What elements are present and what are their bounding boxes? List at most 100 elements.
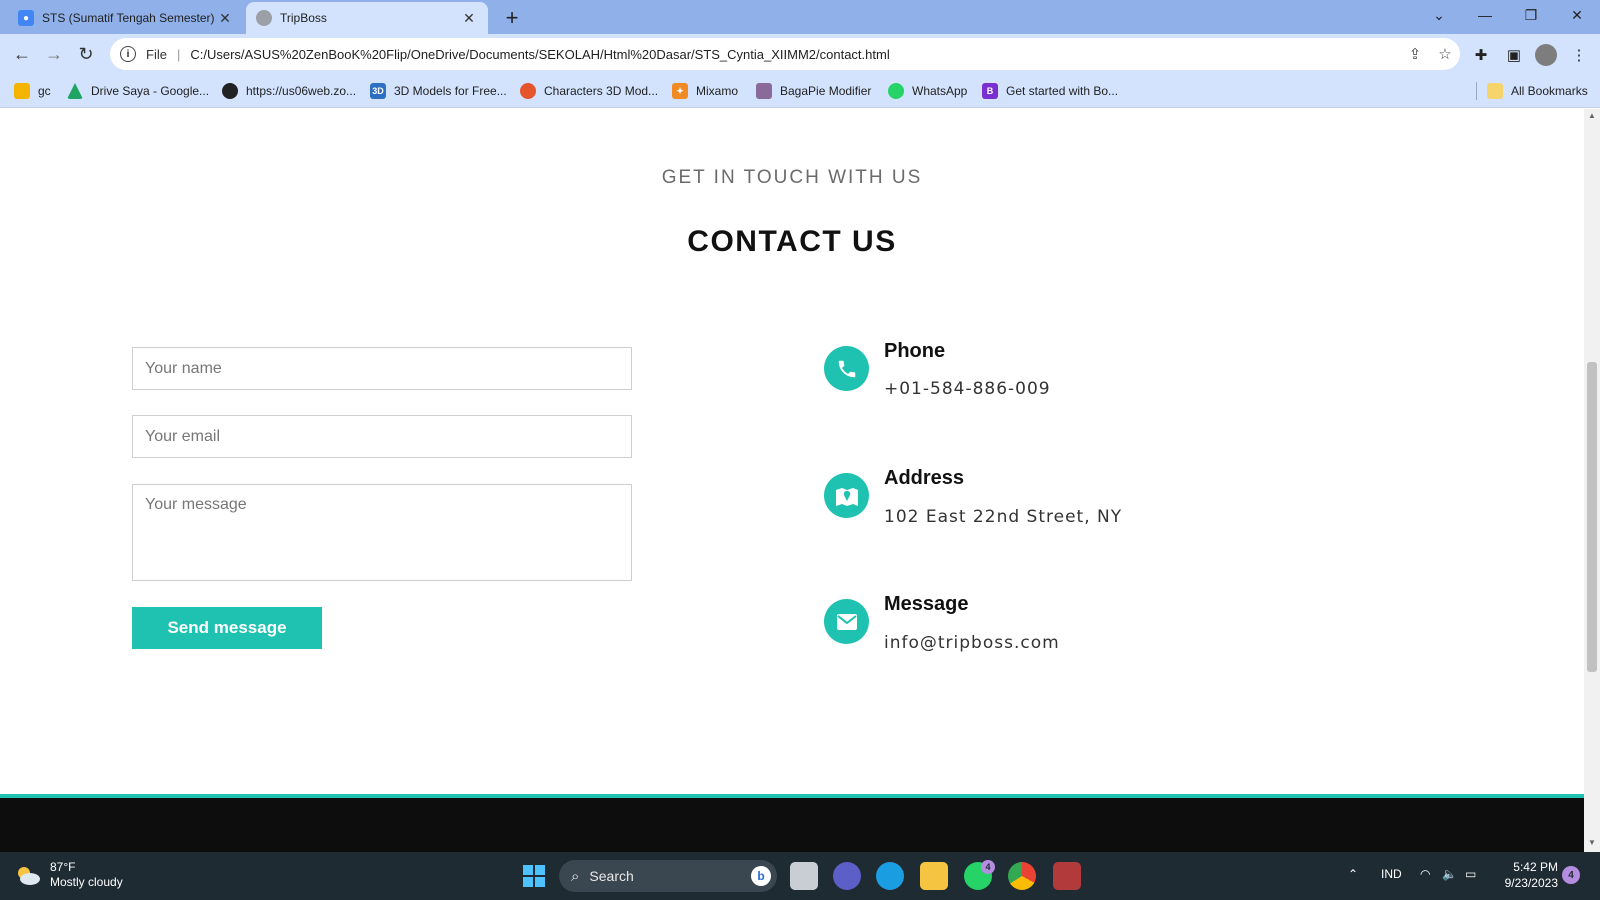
share-icon[interactable]: ⇪ — [1400, 45, 1430, 63]
message-textarea[interactable]: Your message — [132, 484, 632, 581]
address-bar[interactable]: i File | C:/Users/ASUS%20ZenBooK%20Flip/… — [110, 38, 1460, 70]
message-title: Message — [884, 593, 969, 615]
scroll-up-icon[interactable]: ▲ — [1584, 111, 1600, 125]
start-icon[interactable] — [520, 862, 548, 890]
bookmark-label: BagaPie Modifier — [780, 84, 872, 98]
tab-title: STS (Sumatif Tengah Semester) C — [42, 11, 216, 25]
bookmark-label: https://us06web.zo... — [246, 84, 357, 98]
globe-icon — [256, 10, 272, 26]
url-text[interactable]: C:/Users/ASUS%20ZenBooK%20Flip/OneDrive/… — [190, 47, 1400, 62]
bookmark-star-icon[interactable]: ☆ — [1430, 45, 1460, 63]
scroll-down-icon[interactable]: ▼ — [1584, 838, 1600, 852]
close-tab-icon[interactable]: ✕ — [216, 10, 234, 27]
all-bookmarks-button[interactable]: All Bookmarks — [1476, 82, 1588, 100]
phone-value: +01-584-886-009 — [884, 379, 1051, 399]
page-content: GET IN TOUCH WITH US CONTACT US Your nam… — [0, 109, 1584, 852]
clock[interactable]: 5:42 PM 9/23/2023 — [1492, 859, 1558, 891]
clock-date: 9/23/2023 — [1504, 876, 1558, 890]
weather-widget[interactable]: 87°F Mostly cloudy — [14, 860, 123, 890]
send-message-button[interactable]: Send message — [132, 607, 322, 649]
browser-toolbar: ← → ↻ i File | C:/Users/ASUS%20ZenBooK%2… — [0, 34, 1600, 74]
page-title: CONTACT US — [687, 225, 897, 258]
extensions-icon[interactable]: ✚ — [1470, 44, 1492, 66]
tab-tripboss[interactable]: TripBoss ✕ — [246, 2, 488, 34]
edge-icon[interactable] — [876, 862, 904, 890]
bookmark-item[interactable]: ✦ Mixamo — [672, 82, 738, 100]
globe-icon — [222, 83, 238, 99]
mixamo-icon — [520, 83, 536, 99]
file-explorer-icon[interactable] — [920, 862, 948, 890]
3d-icon: 3D — [370, 83, 386, 99]
forward-icon[interactable]: → — [40, 40, 68, 68]
search-label: Search — [589, 868, 634, 884]
close-window-button[interactable]: ✕ — [1554, 0, 1600, 30]
bookmark-item[interactable]: 3D 3D Models for Free... — [370, 82, 507, 100]
name-input[interactable]: Your name — [132, 347, 632, 390]
folder-icon — [1487, 83, 1503, 99]
screen: ● STS (Sumatif Tengah Semester) C ✕ Trip… — [0, 0, 1600, 900]
bing-icon[interactable]: b — [751, 866, 771, 886]
address-title: Address — [884, 467, 965, 489]
taskbar: 87°F Mostly cloudy ⌕ Search b 4 ⌃ IND ◠ … — [0, 852, 1600, 900]
drive-icon — [67, 83, 83, 99]
bookmark-label: Characters 3D Mod... — [544, 84, 659, 98]
section-eyebrow: GET IN TOUCH WITH US — [661, 167, 923, 188]
back-icon[interactable]: ← — [8, 40, 36, 68]
bookmark-item[interactable]: gc — [14, 82, 51, 100]
bookmark-item[interactable]: WhatsApp — [888, 82, 967, 100]
bookmark-item[interactable]: Drive Saya - Google... — [67, 82, 209, 100]
whatsapp-icon — [888, 83, 904, 99]
meet-icon[interactable] — [833, 862, 861, 890]
side-panel-icon[interactable]: ▣ — [1503, 44, 1525, 66]
restore-button[interactable]: ❐ — [1508, 0, 1554, 30]
bookmark-label: Get started with Bo... — [1006, 84, 1119, 98]
bookmark-item[interactable]: B Get started with Bo... — [982, 82, 1118, 100]
language-indicator[interactable]: IND — [1381, 867, 1402, 881]
clock-time: 5:42 PM — [1513, 860, 1558, 874]
weather-temp: 87°F — [50, 860, 76, 874]
tab-title: TripBoss — [280, 11, 327, 25]
bookmark-label: WhatsApp — [912, 84, 968, 98]
tab-sts[interactable]: ● STS (Sumatif Tengah Semester) C ✕ — [8, 2, 244, 34]
phone-title: Phone — [884, 340, 946, 362]
address-value: 102 East 22nd Street, NY — [884, 507, 1123, 527]
bookmark-item[interactable]: Characters 3D Mod... — [520, 82, 658, 100]
show-hidden-icons[interactable]: ⌃ — [1348, 867, 1358, 881]
bookmark-item[interactable]: https://us06web.zo... — [222, 82, 356, 100]
url-scheme: File — [146, 46, 167, 62]
bookmark-label: 3D Models for Free... — [394, 84, 507, 98]
reload-icon[interactable]: ↻ — [72, 40, 100, 68]
bagapie-icon — [756, 83, 772, 99]
tab-search-icon[interactable]: ⌄ — [1416, 0, 1462, 30]
all-bookmarks-label: All Bookmarks — [1511, 84, 1588, 98]
bookmark-label: Mixamo — [696, 84, 739, 98]
bookmark-item[interactable]: BagaPie Modifier — [756, 82, 871, 100]
task-view-icon[interactable] — [790, 862, 818, 890]
envelope-icon — [824, 599, 869, 644]
classroom-icon: ● — [18, 10, 34, 26]
notification-badge[interactable]: 4 — [1562, 866, 1580, 884]
runner-icon: ✦ — [672, 83, 688, 99]
chrome-icon[interactable] — [1008, 862, 1036, 890]
minimize-button[interactable]: — — [1462, 0, 1508, 30]
volume-muted-icon[interactable]: 🔈 — [1442, 867, 1457, 881]
wifi-icon[interactable]: ◠ — [1420, 867, 1430, 881]
scrollbar-thumb[interactable] — [1587, 362, 1597, 672]
weather-desc: Mostly cloudy — [50, 875, 123, 889]
profile-avatar[interactable] — [1535, 44, 1557, 66]
search-icon: ⌕ — [571, 867, 580, 885]
battery-icon[interactable]: ▭ — [1465, 867, 1476, 881]
classroom-icon — [14, 83, 30, 99]
bookmarks-bar: gc Drive Saya - Google... https://us06we… — [0, 74, 1600, 108]
menu-icon[interactable]: ⋮ — [1568, 44, 1590, 66]
footer — [0, 798, 1584, 852]
email-input[interactable]: Your email — [132, 415, 632, 458]
map-icon — [824, 473, 869, 518]
site-info-icon[interactable]: i — [120, 46, 136, 62]
winrar-icon[interactable] — [1053, 862, 1081, 890]
close-tab-icon[interactable]: ✕ — [460, 10, 478, 27]
new-tab-button[interactable]: + — [498, 4, 526, 32]
whatsapp-badge: 4 — [981, 860, 995, 874]
phone-icon — [824, 346, 869, 391]
taskbar-search[interactable]: ⌕ Search b — [559, 860, 777, 892]
